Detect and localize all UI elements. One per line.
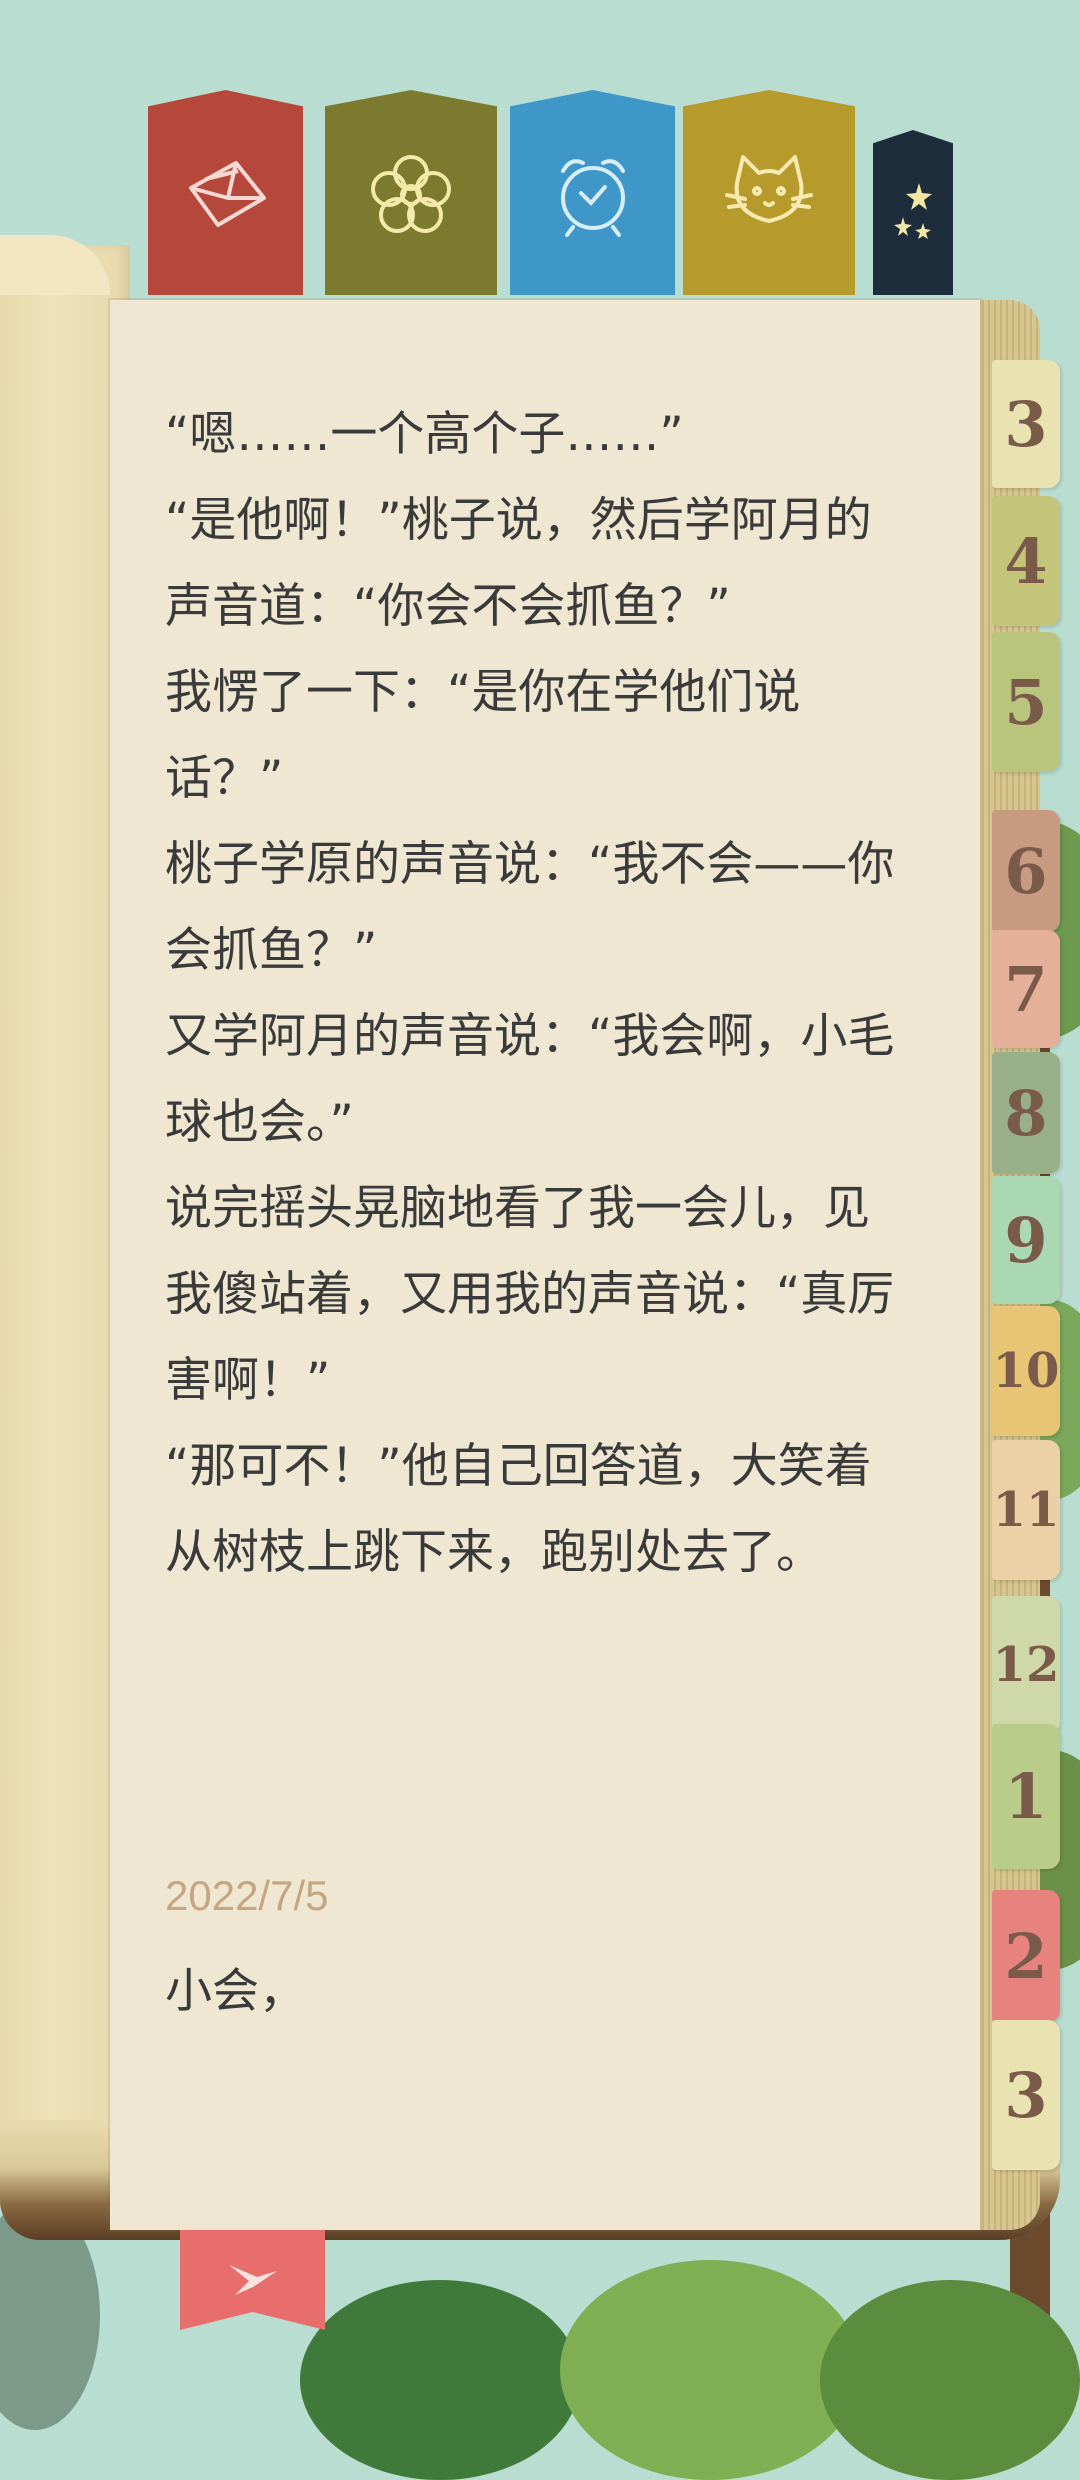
diary-paragraph: 我愣了一下：“是你在学他们说话？” <box>165 665 801 806</box>
month-tab-label: 3 <box>1004 2058 1048 2132</box>
flower-icon <box>371 154 451 233</box>
month-tab[interactable]: 7 <box>992 930 1060 1048</box>
mail-icon <box>188 160 266 227</box>
diary-paragraph: “是他啊！”桃子说，然后学阿月的声音道：“你会不会抓鱼？” <box>165 493 872 634</box>
diary-paragraph: 桃子学原的声音说：“我不会——你会抓鱼？” <box>165 837 895 978</box>
bookmark-stars[interactable] <box>873 130 953 295</box>
month-tab[interactable]: 4 <box>992 496 1060 626</box>
month-tab-label: 4 <box>1004 524 1048 598</box>
month-tab[interactable]: 1 <box>992 1724 1060 1869</box>
month-tab[interactable]: 5 <box>992 632 1060 772</box>
month-tab[interactable]: 3 <box>992 2020 1060 2170</box>
bird-icon <box>228 2265 277 2295</box>
month-tab-label: 11 <box>992 1482 1060 1538</box>
diary-paragraph: “嗯……一个高个子……” <box>165 407 684 462</box>
month-tab[interactable]: 10 <box>992 1306 1060 1436</box>
month-tab-label: 9 <box>1004 1203 1048 1277</box>
diary-paragraph: 又学阿月的声音说：“我会啊，小毛球也会。” <box>165 1009 895 1150</box>
diary-paragraph: “那可不！”他自己回答道，大笑着从树枝上跳下来，跑别处去了。 <box>165 1439 872 1580</box>
month-tab-label: 1 <box>1004 1760 1048 1833</box>
month-tab-label: 2 <box>1004 1919 1048 1993</box>
month-tab[interactable]: 11 <box>992 1440 1060 1580</box>
bookmark-cat[interactable] <box>683 90 855 295</box>
month-tab[interactable]: 6 <box>992 810 1060 932</box>
month-tab[interactable]: 8 <box>992 1052 1060 1174</box>
month-tab[interactable]: 2 <box>992 1890 1060 2022</box>
month-tab[interactable]: 3 <box>992 360 1060 488</box>
month-tab-label: 8 <box>1004 1076 1048 1150</box>
month-tab-label: 5 <box>1004 665 1048 739</box>
month-tab-label: 3 <box>1004 387 1048 461</box>
month-tab-label: 10 <box>992 1343 1060 1399</box>
bookmark-mail[interactable] <box>148 90 303 295</box>
entry-date: 2022/7/5 <box>165 1872 329 1919</box>
bookmark-flower[interactable] <box>325 90 497 295</box>
stars-icon <box>894 182 932 239</box>
diary-text: “嗯……一个高个子……” “是他啊！”桃子说，然后学阿月的声音道：“你会不会抓鱼… <box>165 392 905 1596</box>
diary-paragraph: 说完摇头晃脑地看了我一会儿，见我傻站着，又用我的声音说：“真厉害啊！” <box>165 1181 895 1408</box>
alarm-clock-icon <box>560 158 625 237</box>
entry-greeting: 小会， <box>165 1964 306 2019</box>
month-tab[interactable]: 9 <box>992 1176 1060 1304</box>
month-tab-label: 12 <box>992 1637 1060 1693</box>
cat-icon <box>725 154 813 223</box>
bookmark-alarm-clock[interactable] <box>510 90 675 295</box>
month-tab-label: 6 <box>1004 834 1048 908</box>
month-tab[interactable]: 12 <box>992 1596 1060 1734</box>
month-tab-label: 7 <box>1004 952 1048 1026</box>
